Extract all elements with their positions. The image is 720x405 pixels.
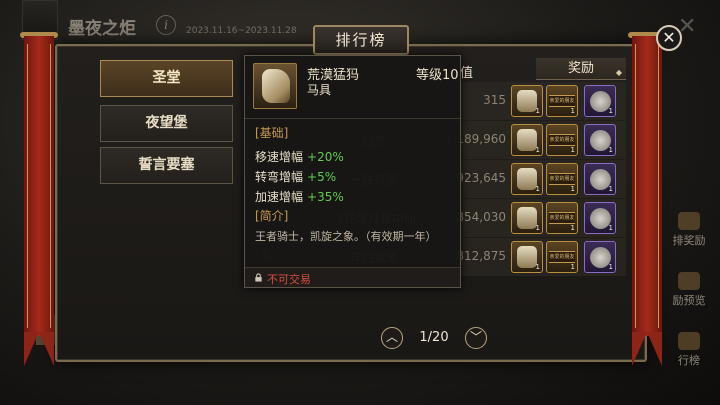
reward-letter-icon[interactable]: 亲爱的朋友 1 [546,124,578,156]
category-tab-shengtang[interactable]: 圣堂 [100,60,233,97]
divider [245,118,460,119]
stat-turn-speed: 转弯增幅 +5% [255,170,337,184]
dialog-title: 排行榜 [313,25,409,55]
reward-quantity: 1 [608,185,613,193]
reward-quantity: 1 [535,185,540,193]
intro-section-header: [简介] [255,209,289,223]
reward-quantity: 1 [608,107,613,115]
reward-mount-icon[interactable]: 1 [511,202,543,234]
trade-status-bar: 不可交易 [245,267,460,287]
reward-letter-text: 亲爱的朋友 [549,212,575,224]
reward-quantity: 1 [570,107,575,115]
reward-mount-token-icon[interactable]: 1 [584,241,616,273]
stat-move-speed: 移速增幅 +20% [255,150,344,164]
reward-art [517,90,537,112]
pagination: ︿ 1/20 ﹀ [381,327,487,349]
reward-quantity: 1 [535,107,540,115]
reward-quantity: 1 [570,185,575,193]
info-icon[interactable]: i [156,15,176,35]
reward-quantity: 1 [535,146,540,154]
stat-acceleration: 加速增幅 +35% [255,190,344,204]
reward-letter-text: 亲爱的朋友 [549,173,575,185]
basic-section-header: [基础] [255,126,289,140]
reward-quantity: 1 [535,263,540,271]
gift-icon [678,272,700,290]
right-banner [628,32,666,368]
reward-art [517,207,537,229]
reward-art [517,168,537,190]
reward-mount-icon[interactable]: 1 [511,241,543,273]
untradeable-label: 不可交易 [267,273,311,286]
value-column-header: 值 [460,66,474,81]
left-banner [20,32,58,368]
reward-art [517,129,537,151]
reward-quantity: 1 [608,224,613,232]
mammoth-mount-icon [253,63,297,109]
trophy-icon [678,212,700,230]
reward-quantity: 1 [570,263,575,271]
reward-mount-icon[interactable]: 1 [511,124,543,156]
reward-quantity: 1 [608,263,613,271]
reward-quantity: 1 [535,224,540,232]
banner-tip [632,332,662,366]
page-indicator: 1/20 [419,330,449,345]
item-level: 等级10 [416,68,459,83]
reward-letter-text: 亲爱的朋友 [549,134,575,146]
side-tab-reward-preview[interactable]: 励预览 [664,272,714,312]
cup-icon [678,332,700,350]
reward-mount-icon[interactable]: 1 [511,163,543,195]
reward-letter-text: 亲爱的朋友 [549,251,575,263]
reward-letter-text: 亲爱的朋友 [549,95,575,107]
side-tab-leaderboard[interactable]: 行榜 [664,332,714,372]
item-tooltip: 荒漠猛犸 马具 等级10 [基础] 移速增幅 +20% 转弯增幅 +5% 加速增幅 +… [244,55,461,288]
reward-letter-icon[interactable]: 亲爱的朋友 1 [546,163,578,195]
category-tab-yewangbao[interactable]: 夜望堡 [100,105,233,142]
reward-letter-icon[interactable]: 亲爱的朋友 1 [546,241,578,273]
reward-mount-token-icon[interactable]: 1 [584,124,616,156]
sort-indicator-icon: ◆ [615,68,622,77]
banner-cloth [632,36,662,336]
event-title: 墨夜之炬 [68,19,136,39]
reward-mount-token-icon[interactable]: 1 [584,85,616,117]
event-date-range: 2023.11.16~2023.11.28 [186,26,297,36]
reward-mount-token-icon[interactable]: 1 [584,202,616,234]
lock-icon [255,273,262,282]
reward-quantity: 1 [570,224,575,232]
item-type: 马具 [307,83,332,97]
reward-letter-icon[interactable]: 亲爱的朋友 1 [546,202,578,234]
reward-mount-icon[interactable]: 1 [511,85,543,117]
item-description: 王者骑士，凯旋之象。（有效期一年） [255,230,437,243]
reward-art [517,246,537,268]
reward-quantity: 1 [608,146,613,154]
category-tab-shiyanyaosai[interactable]: 誓言要塞 [100,147,233,184]
prev-page-button[interactable]: ︿ [381,327,403,349]
banner-cloth [24,36,54,336]
banner-tip [24,332,54,366]
next-page-button[interactable]: ﹀ [465,327,487,349]
reward-column-header: 奖励 ◆ [536,58,626,80]
reward-quantity: 1 [570,146,575,154]
reward-mount-token-icon[interactable]: 1 [584,163,616,195]
close-button[interactable]: ✕ [656,25,682,51]
side-tab-rank-rewards[interactable]: 排奖励 [664,212,714,252]
reward-letter-icon[interactable]: 亲爱的朋友 1 [546,85,578,117]
